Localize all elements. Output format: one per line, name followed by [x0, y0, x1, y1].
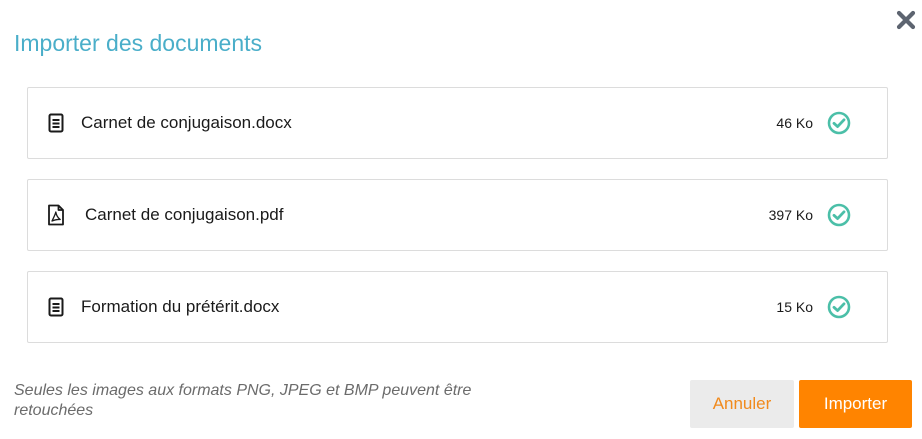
- import-dialog: Importer des documents Carnet de conjuga…: [0, 0, 922, 439]
- pdf-icon: [46, 204, 66, 226]
- close-icon: [896, 10, 916, 30]
- close-button[interactable]: [894, 8, 918, 32]
- file-row: Carnet de conjugaison.docx 46 Ko: [27, 87, 888, 159]
- file-size: 46 Ko: [776, 115, 813, 131]
- cancel-button[interactable]: Annuler: [690, 380, 794, 428]
- check-circle-icon: [827, 295, 851, 319]
- file-row: Carnet de conjugaison.pdf 397 Ko: [27, 179, 888, 251]
- document-icon: [46, 296, 66, 318]
- file-name: Formation du prétérit.docx: [81, 297, 280, 316]
- file-name: Carnet de conjugaison.pdf: [85, 205, 284, 224]
- dialog-title: Importer des documents: [14, 30, 263, 56]
- check-circle-icon: [827, 203, 851, 227]
- format-note: Seules les images aux formats PNG, JPEG …: [14, 382, 472, 419]
- file-size: 397 Ko: [768, 207, 813, 223]
- file-size: 15 Ko: [776, 299, 813, 315]
- file-name: Carnet de conjugaison.docx: [81, 113, 292, 132]
- file-list: Carnet de conjugaison.docx 46 Ko Carnet …: [27, 87, 888, 363]
- import-button[interactable]: Importer: [799, 380, 912, 428]
- check-circle-icon: [827, 111, 851, 135]
- document-icon: [46, 112, 66, 134]
- file-row: Formation du prétérit.docx 15 Ko: [27, 271, 888, 343]
